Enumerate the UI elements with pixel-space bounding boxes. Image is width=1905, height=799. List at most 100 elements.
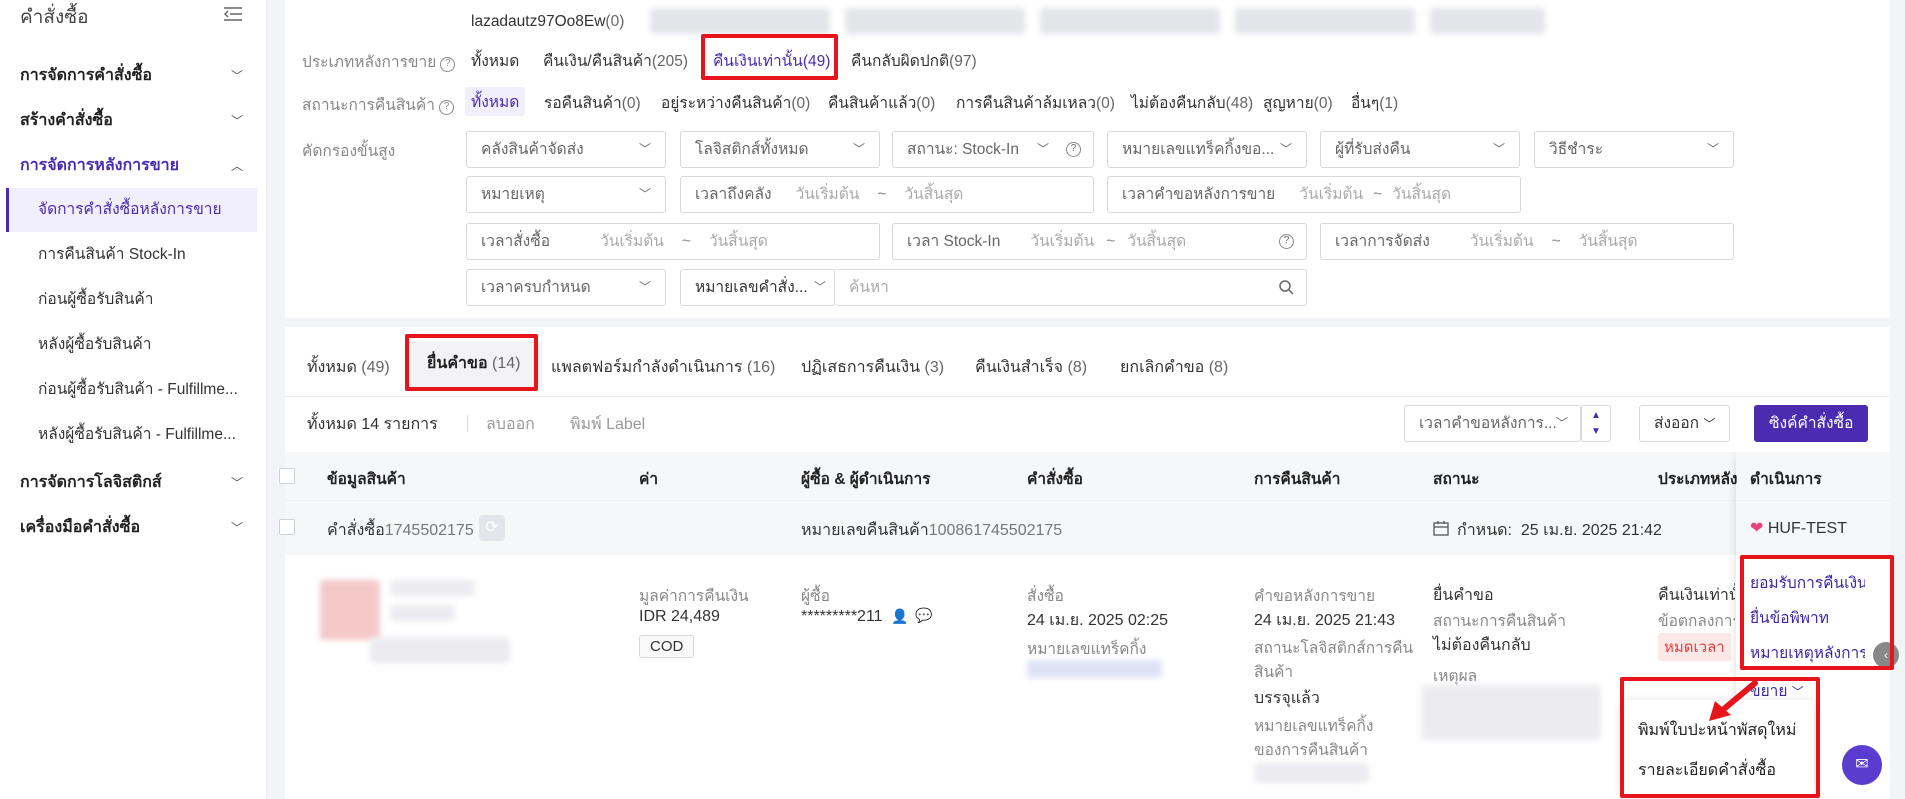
order-time-label: สั่งซื้อ — [1027, 588, 1064, 605]
help-icon[interactable]: ? — [438, 100, 454, 115]
return-status-label: สถานะการคืนสินค้า? — [302, 92, 454, 117]
order-checkbox[interactable] — [279, 519, 295, 535]
tab-all[interactable]: ทั้งหมด (49) — [307, 355, 390, 380]
request-label: คำขอหลังการขาย — [1254, 588, 1376, 605]
chevron-down-icon: ﹀ — [1706, 142, 1719, 156]
ship-time-range[interactable]: เวลาการจัดส่ง วันเริ่มต้น ~ วันสิ้นสุด — [1320, 223, 1734, 260]
tracking-select[interactable]: หมายเลขแทร็คกิ้งขอ... ﹀ — [1107, 131, 1307, 168]
print-label-button[interactable]: พิมพ์ Label — [570, 412, 645, 437]
sale-type-refund-return[interactable]: คืนเงิน/คืนสินค้า(205) — [543, 48, 688, 73]
sale-type-all[interactable]: ทั้งหมด — [471, 48, 519, 73]
sidebar-item-before-receive-fulfillment[interactable]: ก่อนผู้ซื้อรับสินค้า - Fulfillme... — [6, 368, 257, 412]
blurred-reason — [1421, 685, 1601, 740]
sidebar-group-create-order[interactable]: สร้างคำสั่งซื้อ — [20, 108, 113, 133]
help-icon[interactable]: ? — [440, 57, 456, 72]
blurred-store — [1040, 8, 1220, 34]
sidebar-item-stock-in[interactable]: การคืนสินค้า Stock-In — [6, 233, 257, 277]
return-status-other[interactable]: อื่นๆ(1) — [1351, 90, 1398, 115]
return-status-failed[interactable]: การคืนสินค้าล้มเหลว(0) — [956, 90, 1115, 115]
order-no-select[interactable]: หมายเลขคำสั่ง... ﹀ — [680, 269, 835, 306]
sidebar-group-order-management[interactable]: การจัดการคำสั่งซื้อ — [20, 63, 152, 88]
refund-value: IDR 24,489 — [639, 608, 720, 625]
chevron-down-icon: ﹀ — [813, 280, 826, 294]
sidebar-item-after-receive[interactable]: หลังผู้ซื้อรับสินค้า — [6, 323, 257, 367]
return-status-in-progress[interactable]: อยู่ระหว่างคืนสินค้า(0) — [661, 90, 810, 115]
total-count: ทั้งหมด 14 รายการ — [307, 416, 438, 433]
return-status-waiting[interactable]: รอคืนสินค้า(0) — [544, 90, 641, 115]
chevron-down-icon: ﹀ — [231, 521, 244, 535]
buyer-label: ผู้ซื้อ — [801, 588, 830, 605]
return-status-all[interactable]: ทั้งหมด — [465, 87, 526, 116]
refresh-icon[interactable]: ⟳ — [479, 515, 505, 541]
sidebar-group-order-tools[interactable]: เครื่องมือคำสั่งซื้อ — [20, 515, 140, 540]
order-time-range[interactable]: เวลาสั่งซื้อ วันเริ่มต้น ~ วันสิ้นสุด — [466, 223, 880, 260]
sync-orders-button[interactable]: ซิงค์คำสั่งซื้อ — [1754, 405, 1869, 442]
chat-icon[interactable]: 💬 — [915, 607, 932, 624]
collapse-menu-icon[interactable] — [224, 6, 242, 22]
sale-type-abnormal-return[interactable]: คืนกลับผิดปกติ(97) — [851, 48, 977, 73]
search-input[interactable]: ค้นหา — [835, 269, 1307, 306]
store-filter[interactable]: lazadautz97Oo8Ew(0) — [471, 13, 624, 31]
blurred-tracking — [1027, 660, 1162, 678]
status-tabs: ทั้งหมด (49) ยื่นคำขอ (14) แพลตฟอร์มกำลั… — [285, 327, 1890, 397]
blurred-text — [390, 580, 475, 596]
chevron-down-icon: ﹀ — [231, 69, 244, 83]
tab-submitted[interactable]: ยื่นคำขอ (14) — [405, 341, 543, 387]
sidebar-item-before-receive[interactable]: ก่อนผู้ซื้อรับสินค้า — [6, 278, 257, 322]
chevron-down-icon: ﹀ — [1279, 142, 1292, 156]
stockin-status-select[interactable]: สถานะ: Stock-In ﹀? — [892, 131, 1094, 168]
return-receiver-select[interactable]: ผู้ที่รับส่งคืน ﹀ — [1320, 131, 1520, 168]
warehouse-select[interactable]: คลังสินค้าจัดส่ง ﹀ — [466, 131, 666, 168]
col-buyer-operator: ผู้ซื้อ & ผู้ดำเนินการ — [801, 471, 931, 488]
advanced-filter-label: คัดกรองขั้นสูง — [302, 143, 396, 160]
order-header-row: คำสั่งซื้อ1745502175 ⟳ หมายเลขคืนสินค้า1… — [279, 500, 1890, 555]
sidebar-item-after-sales-manage[interactable]: จัดการคำสั่งซื้อหลังการขาย — [6, 188, 257, 232]
chevron-down-icon: ﹀ — [1036, 142, 1049, 156]
tab-refund-success[interactable]: คืนเงินสำเร็จ (8) — [975, 355, 1087, 380]
delete-button[interactable]: ลบออก — [486, 412, 535, 437]
tab-platform-processing[interactable]: แพลตฟอร์มกำลังดำเนินการ (16) — [551, 355, 775, 380]
tab-refund-rejected[interactable]: ปฏิเสธการคืนเงิน (3) — [801, 355, 944, 380]
table-header: ข้อมูลสินค้า ค่า ผู้ซื้อ & ผู้ดำเนินการ … — [279, 452, 1890, 500]
sidebar-group-after-sales[interactable]: การจัดการหลังการขาย — [20, 153, 179, 178]
export-button[interactable]: ส่งออก ﹀ — [1639, 405, 1731, 442]
sidebar: คำสั่งซื้อ การจัดการคำสั่งซื้อ ﹀ สร้างคำ… — [0, 0, 267, 799]
tab-request-cancelled[interactable]: ยกเลิกคำขอ (8) — [1120, 355, 1228, 380]
sort-order-toggle[interactable]: ▲ ▼ — [1581, 405, 1611, 442]
chevron-down-icon: ﹀ — [638, 280, 651, 294]
payment-select[interactable]: วิธีชำระ ﹀ — [1534, 131, 1734, 168]
request-time: 24 เม.ย. 2025 21:43 — [1254, 612, 1396, 629]
chevron-down-icon: ﹀ — [1492, 142, 1505, 156]
user-icon[interactable]: 👤 — [891, 608, 908, 625]
return-status-returned[interactable]: คืนสินค้าแล้ว(0) — [828, 90, 935, 115]
order-details-item[interactable]: รายละเอียดคำสั่งซื้อ — [1638, 758, 1776, 783]
sidebar-title: คำสั่งซื้อ — [20, 7, 89, 28]
sort-select[interactable]: เวลาคำขอหลังการ... ﹀ — [1404, 405, 1581, 442]
stockin-time-range[interactable]: เวลา Stock-In วันเริ่มต้น ~ วันสิ้นสุด? — [892, 223, 1307, 260]
col-order: คำสั่งซื้อ — [1027, 471, 1083, 488]
sidebar-group-logistics[interactable]: การจัดการโลจิสติกส์ — [20, 470, 162, 495]
arrow-annotation-icon — [1709, 680, 1758, 721]
blurred-store — [650, 8, 830, 34]
reason-select[interactable]: หมายเหตุ ﹀ — [466, 176, 666, 213]
request-time-range[interactable]: เวลาคำขอหลังการขาย วันเริ่มต้น ~ วันสิ้นสุด — [1107, 176, 1521, 213]
help-icon: ? — [1279, 234, 1294, 249]
chat-bubble-icon[interactable]: ✉ — [1842, 745, 1882, 785]
chevron-down-icon: ﹀ — [231, 476, 244, 490]
blurred-text — [390, 605, 455, 621]
due-time-select[interactable]: เวลาครบกำหนด ﹀ — [466, 269, 666, 306]
sidebar-item-after-receive-fulfillment[interactable]: หลังผู้ซื้อรับสินค้า - Fulfillme... — [6, 413, 257, 457]
status-sub-label: สถานะการคืนสินค้า — [1433, 613, 1566, 630]
logistics-select[interactable]: โลจิสติกส์ทั้งหมด ﹀ — [680, 131, 880, 168]
sale-type-refund-only[interactable]: คืนเงินเท่านั้น(49) — [713, 48, 830, 73]
return-status-no-return[interactable]: ไม่ต้องคืนกลับ(48) — [1131, 90, 1253, 115]
chevron-down-icon: ﹀ — [1703, 417, 1716, 431]
help-icon: ? — [1066, 142, 1081, 157]
select-all-checkbox[interactable] — [279, 468, 295, 484]
col-product-info: ข้อมูลสินค้า — [327, 471, 406, 488]
arrive-time-range[interactable]: เวลาถึงคลัง วันเริ่มต้น ~ วันสิ้นสุด — [680, 176, 1094, 213]
tracking-label: หมายเลขแทร็คกิ้ง — [1027, 641, 1147, 658]
col-return: การคืนสินค้า — [1254, 471, 1341, 488]
return-status-lost[interactable]: สูญหาย(0) — [1263, 90, 1333, 115]
chevron-down-icon: ﹀ — [638, 187, 651, 201]
